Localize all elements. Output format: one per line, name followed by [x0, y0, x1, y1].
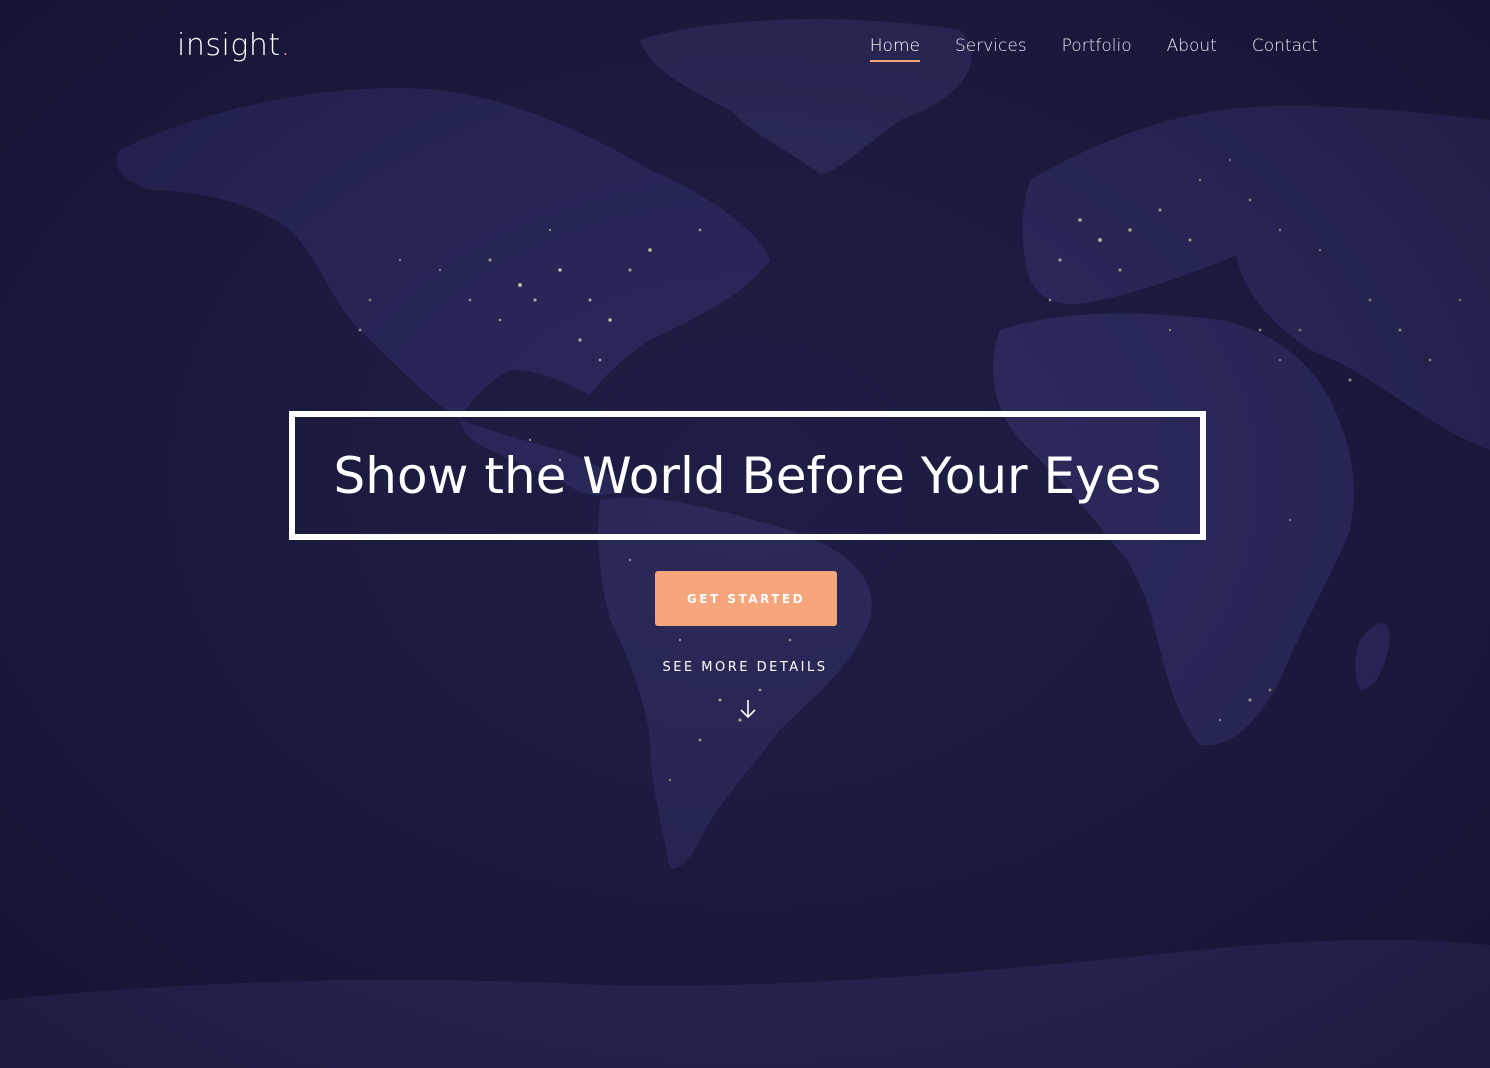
nav-item-services[interactable]: Services: [955, 36, 1027, 62]
nav-item-about[interactable]: About: [1167, 36, 1217, 62]
brand-dot: .: [280, 28, 291, 63]
nav-item-portfolio[interactable]: Portfolio: [1062, 36, 1132, 62]
headline-frame: Show the World Before Your Eyes: [289, 411, 1206, 540]
hero-section: insight. Home Services Portfolio About C…: [0, 0, 1490, 1068]
nav-menu: Home Services Portfolio About Contact: [869, 36, 1318, 62]
get-started-button[interactable]: GET STARTED: [655, 571, 837, 626]
brand-logo[interactable]: insight.: [177, 28, 291, 63]
nav-item-home[interactable]: Home: [869, 36, 920, 62]
brand-name: insight: [177, 28, 281, 63]
see-more-details-link[interactable]: SEE MORE DETAILS: [545, 660, 945, 675]
top-navbar: insight. Home Services Portfolio About C…: [0, 0, 1490, 100]
nav-item-contact[interactable]: Contact: [1252, 36, 1318, 62]
arrow-down-icon[interactable]: [737, 697, 759, 721]
hero-headline: Show the World Before Your Eyes: [333, 446, 1162, 505]
